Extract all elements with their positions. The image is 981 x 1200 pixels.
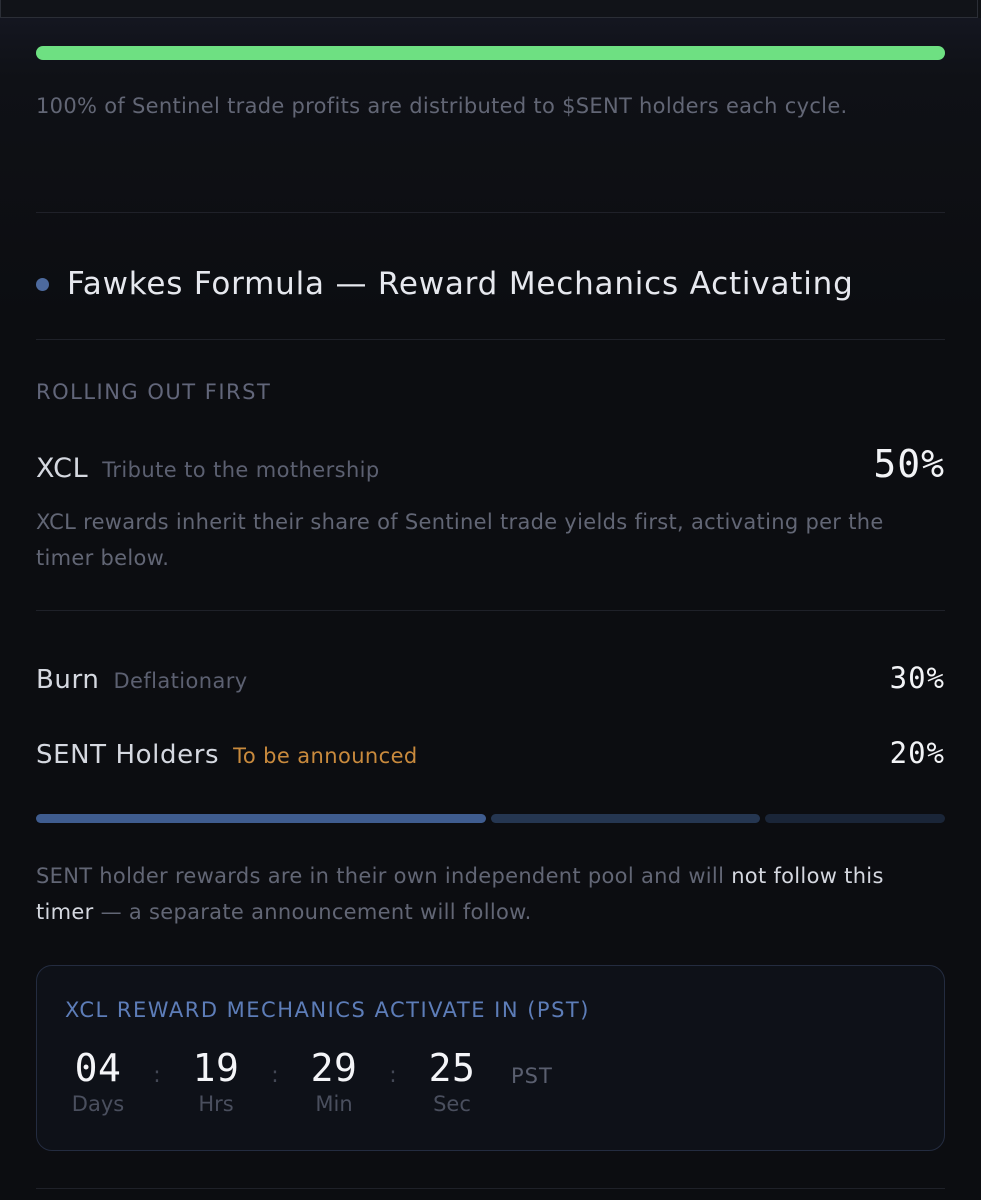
section-title: Fawkes Formula — Reward Mechanics Activa… — [67, 266, 854, 302]
split-segment-xcl — [36, 814, 486, 823]
allocation-subtitle: Tribute to the mothership — [102, 458, 380, 482]
divider — [36, 1188, 945, 1189]
rollout-label: ROLLING OUT FIRST — [36, 380, 272, 404]
split-segment-sent-holders — [765, 814, 945, 823]
holder-note-text-end: — a separate announcement will follow. — [93, 900, 532, 924]
holder-note-text: SENT holder rewards are in their own ind… — [36, 864, 732, 888]
xcl-description: XCL rewards inherit their share of Senti… — [36, 510, 884, 570]
countdown-panel: XCL REWARD MECHANICS ACTIVATE IN (PST) 0… — [36, 965, 945, 1151]
status-dot-icon — [36, 277, 49, 291]
allocation-split-bar — [36, 814, 945, 823]
distribution-description: 100% of Sentinel trade profits are distr… — [36, 94, 848, 118]
allocation-name: XCL — [36, 453, 89, 484]
holder-rewards-note: SENT holder rewards are in their own ind… — [36, 858, 941, 930]
allocation-percent: 50% — [873, 442, 945, 486]
countdown-seconds: 25 Sec — [419, 1046, 485, 1116]
countdown-label: Hrs — [198, 1092, 234, 1116]
allocation-row-sent-holders: SENT Holders To be announced 20% — [36, 736, 945, 770]
countdown-timezone: PST — [511, 1064, 553, 1088]
divider — [36, 610, 945, 611]
countdown-value: 19 — [192, 1046, 240, 1090]
allocation-name: Burn — [36, 665, 100, 695]
top-panel-edge — [0, 0, 978, 18]
countdown-value: 25 — [428, 1046, 476, 1090]
distribution-progress-bar — [36, 46, 945, 60]
countdown-units: 04 Days : 19 Hrs : 29 Min : 25 Sec PST — [65, 1046, 553, 1116]
split-segment-burn — [490, 814, 761, 823]
countdown-separator: : — [153, 1063, 161, 1088]
countdown-label: Sec — [433, 1092, 471, 1116]
countdown-label: Min — [315, 1092, 353, 1116]
countdown-separator: : — [389, 1063, 397, 1088]
countdown-title: XCL REWARD MECHANICS ACTIVATE IN (PST) — [65, 998, 590, 1022]
allocation-row-burn: Burn Deflationary 30% — [36, 661, 945, 695]
countdown-separator: : — [271, 1063, 279, 1088]
section-header: Fawkes Formula — Reward Mechanics Activa… — [36, 266, 854, 302]
divider — [36, 212, 945, 213]
divider — [36, 339, 945, 340]
countdown-minutes: 29 Min — [301, 1046, 367, 1116]
allocation-percent: 20% — [889, 736, 945, 770]
allocation-name: SENT Holders — [36, 740, 220, 770]
rewards-card: 100% of Sentinel trade profits are distr… — [0, 18, 981, 1200]
page: 100% of Sentinel trade profits are distr… — [0, 0, 981, 1200]
allocation-subtitle: Deflationary — [113, 669, 248, 693]
allocation-subtitle-tba: To be announced — [233, 744, 418, 768]
countdown-value: 04 — [74, 1046, 122, 1090]
countdown-hours: 19 Hrs — [183, 1046, 249, 1116]
countdown-days: 04 Days — [65, 1046, 131, 1116]
countdown-value: 29 — [310, 1046, 358, 1090]
countdown-label: Days — [71, 1092, 125, 1116]
distribution-progress-fill — [36, 46, 945, 60]
allocation-row-xcl: XCL Tribute to the mothership 50% — [36, 442, 945, 486]
allocation-percent: 30% — [889, 661, 945, 695]
